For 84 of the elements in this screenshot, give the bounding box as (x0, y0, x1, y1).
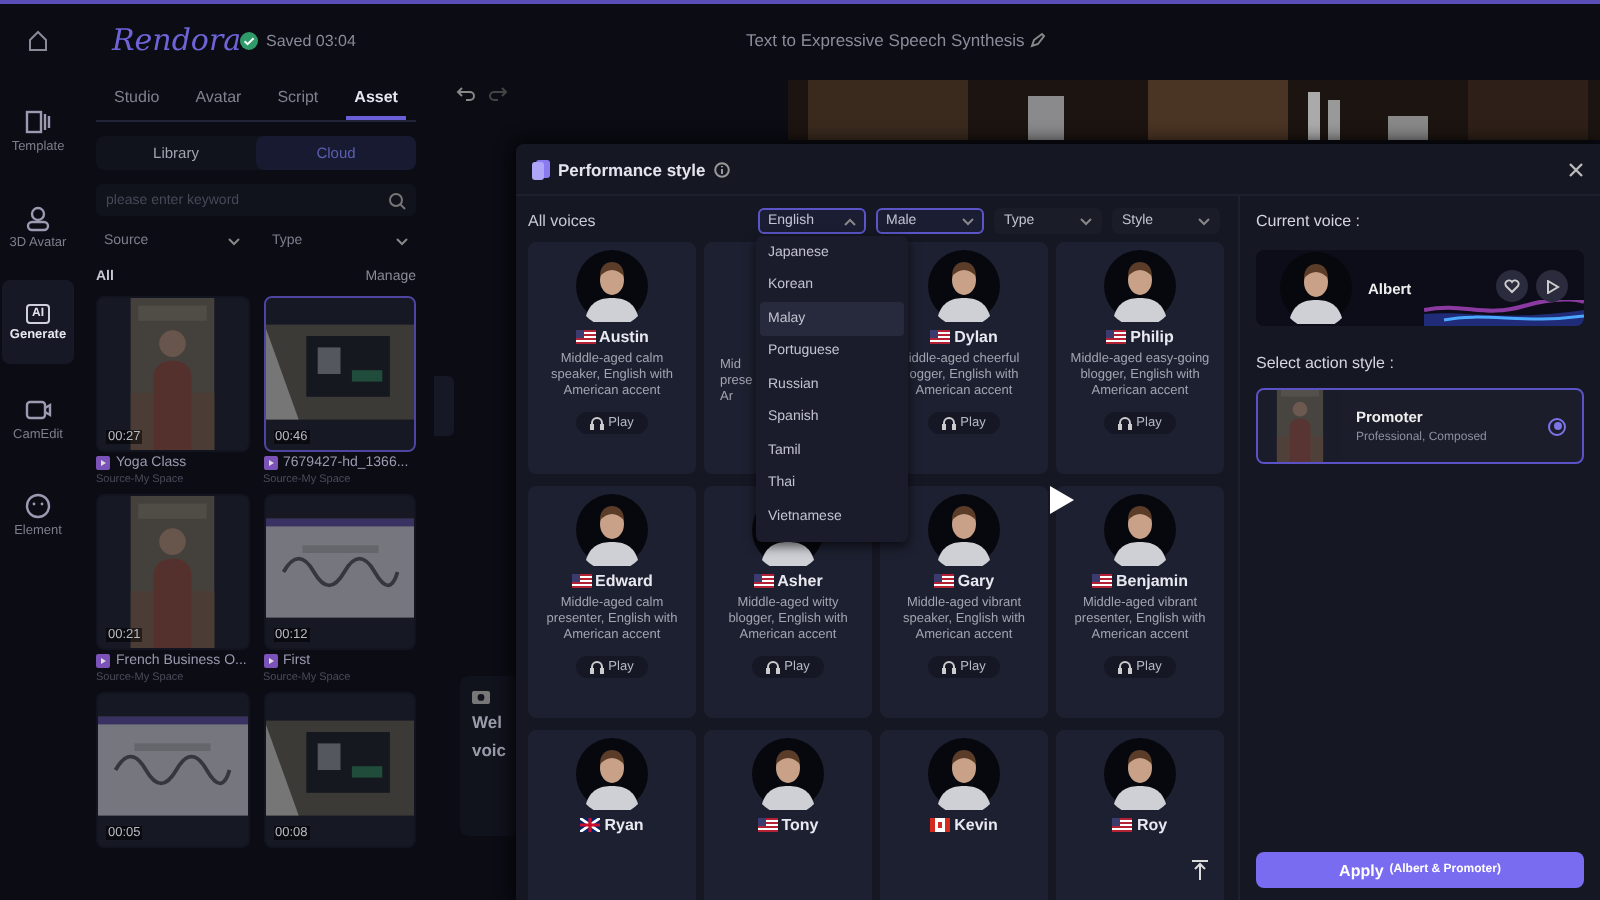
avatar-icon (1104, 250, 1176, 322)
headphones-icon (942, 416, 957, 431)
avatar-icon (752, 738, 824, 810)
action-style-label: Select action style : (1256, 354, 1396, 372)
flag-icon (1106, 330, 1127, 344)
play-icon (1545, 279, 1559, 293)
voice-name: Gary (933, 572, 995, 590)
voice-name: Dylan (930, 328, 998, 346)
headphones-icon (1118, 660, 1133, 675)
radio-button[interactable] (1548, 417, 1566, 435)
caret-icon (844, 217, 856, 225)
voice-card[interactable]: Ryan (528, 730, 696, 900)
voice-name: Philip (1106, 328, 1174, 346)
template-icon (24, 107, 52, 135)
avatar-icon (928, 494, 1000, 566)
play-button[interactable] (1536, 270, 1568, 302)
caret-icon (396, 237, 408, 245)
dialog-title: Performance style (558, 159, 706, 179)
undo-icon[interactable] (456, 84, 476, 104)
avatar-head-icon (24, 203, 52, 231)
flag-icon (933, 574, 954, 588)
flag-icon (1091, 574, 1112, 588)
voice-card[interactable]: Roy (1056, 730, 1224, 900)
avatar-icon (1104, 738, 1176, 810)
voice-name: Benjamin (1091, 572, 1188, 590)
flag-icon (575, 330, 596, 344)
video-icon (96, 654, 110, 668)
voice-name: Edward (571, 572, 653, 590)
voice-name: Roy (1112, 816, 1168, 834)
avatar-icon (928, 250, 1000, 322)
caret-icon (1198, 217, 1210, 225)
caret-icon (962, 217, 974, 225)
avatar-icon (928, 738, 1000, 810)
panel-tab[interactable]: Asset (346, 76, 406, 120)
heart-icon (1504, 278, 1520, 294)
avatar-icon (576, 494, 648, 566)
close-icon[interactable] (1568, 161, 1584, 177)
style-icon (532, 159, 550, 179)
caret-icon (228, 237, 240, 245)
flag-icon (930, 818, 951, 832)
video-icon (263, 456, 277, 470)
flag-icon (757, 818, 778, 832)
headphones-icon (942, 660, 957, 675)
voice-card[interactable]: Kevin (880, 730, 1048, 900)
voice-name: Ryan (580, 816, 644, 834)
flag-icon (753, 574, 774, 588)
camera-icon (24, 395, 52, 423)
video-icon (263, 654, 277, 668)
pencil-icon (1030, 32, 1047, 48)
flag-icon (580, 818, 601, 832)
check-icon (240, 31, 258, 49)
panel-tab[interactable]: Avatar (187, 76, 250, 120)
search-icon (388, 191, 406, 209)
avatar-icon (576, 738, 648, 810)
smiley-icon (24, 491, 52, 519)
voice-name: Asher (753, 572, 823, 590)
home-icon[interactable] (26, 28, 50, 52)
voices-label: All voices (528, 212, 598, 230)
headphones-icon (590, 660, 605, 675)
like-button[interactable] (1496, 270, 1528, 302)
video-icon (96, 456, 110, 470)
headphones-icon (1118, 416, 1133, 431)
flag-icon (571, 574, 592, 588)
avatar-icon (576, 250, 648, 322)
save-status: Saved 03:04 (240, 31, 356, 49)
headphones-icon (766, 660, 781, 675)
back-to-top-icon[interactable] (1192, 860, 1208, 880)
voice-name: Tony (757, 816, 819, 834)
canvas-text: Wel (472, 712, 504, 732)
voice-card[interactable]: Tony (704, 730, 872, 900)
voice-name: Kevin (930, 816, 998, 834)
camera-icon (472, 688, 490, 704)
project-title[interactable]: Text to Expressive Speech Synthesis (745, 30, 1047, 50)
panel-tab[interactable]: Studio (106, 76, 168, 120)
current-voice-label: Current voice : (1256, 212, 1363, 230)
panel-tab[interactable]: Script (269, 76, 327, 120)
flag-icon (930, 330, 951, 344)
headphones-icon (590, 416, 605, 431)
flag-icon (1112, 818, 1133, 832)
avatar-icon (1104, 494, 1176, 566)
canvas-text: voic (472, 740, 509, 760)
info-icon (713, 161, 730, 177)
caret-icon (1080, 217, 1092, 225)
voice-name: Austin (575, 328, 649, 346)
